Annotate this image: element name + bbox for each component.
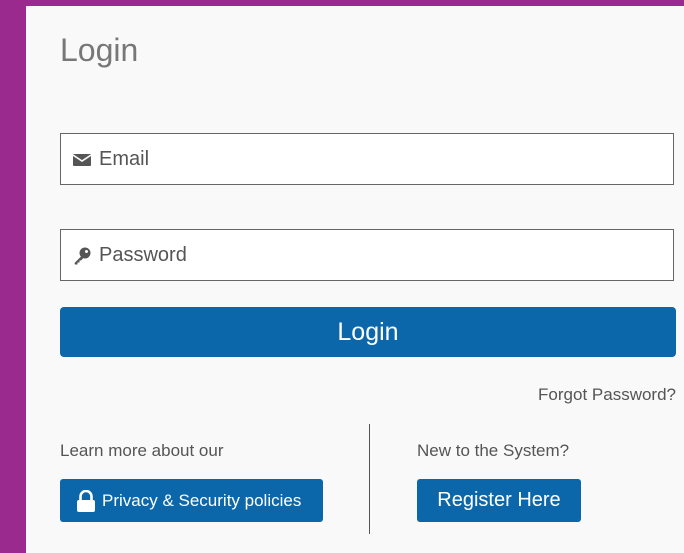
privacy-button-label: Privacy & Security policies (102, 490, 302, 510)
password-field[interactable] (60, 229, 674, 281)
new-user-text: New to the System? (417, 441, 570, 460)
page-title: Login (60, 32, 139, 68)
vertical-divider (369, 424, 370, 534)
forgot-password-link[interactable]: Forgot Password? (538, 384, 676, 406)
key-icon (74, 247, 91, 265)
envelope-icon (73, 154, 91, 166)
lock-icon (77, 489, 95, 512)
email-input[interactable] (99, 134, 664, 184)
privacy-policy-button[interactable]: Privacy & Security policies (60, 479, 323, 522)
login-card: Login Login Forgot Password? Learn more … (26, 6, 684, 553)
register-button[interactable]: Register Here (417, 479, 581, 522)
learn-more-text: Learn more about our (60, 441, 224, 460)
password-input[interactable] (99, 230, 664, 280)
login-button[interactable]: Login (60, 307, 676, 357)
page-background: Login Login Forgot Password? Learn more … (0, 0, 684, 553)
email-field[interactable] (60, 133, 674, 185)
